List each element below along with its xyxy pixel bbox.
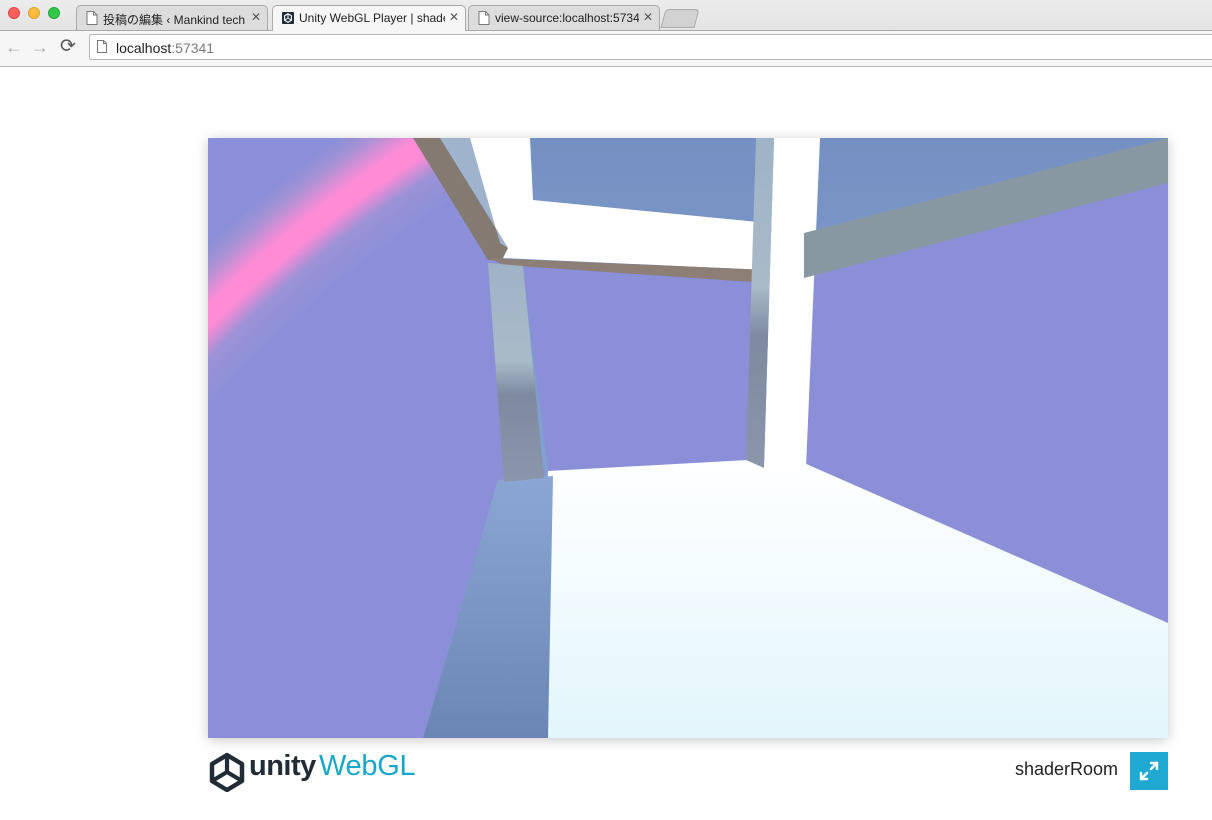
reload-icon[interactable]: ⟳: [60, 36, 76, 58]
page-icon: [478, 11, 490, 25]
tab-unity-webgl-player[interactable]: Unity WebGL Player | shaderRoom ✕: [272, 5, 466, 31]
tab-close-icon[interactable]: ✕: [643, 10, 653, 24]
browser-chrome: 投稿の編集 ‹ Mankind tech ✕ Unity WebGL Playe…: [0, 0, 1212, 67]
url-host: localhost: [116, 40, 172, 56]
tab-view-source[interactable]: view-source:localhost:57341 ✕: [468, 5, 660, 30]
window-close-button[interactable]: [8, 7, 20, 19]
window-maximize-button[interactable]: [48, 7, 60, 19]
game-title: shaderRoom: [1014, 759, 1118, 779]
fullscreen-button[interactable]: [1130, 752, 1168, 790]
tab-edit-post[interactable]: 投稿の編集 ‹ Mankind tech ✕: [76, 5, 268, 30]
unity-logo-icon: [209, 752, 245, 792]
new-tab-button[interactable]: [660, 9, 700, 28]
address-bar[interactable]: localhost:57341: [89, 34, 1212, 60]
tab-title: view-source:localhost:57341: [495, 11, 639, 25]
expand-icon: [1139, 761, 1159, 781]
webgl-footer: unity WebGL shaderRoom: [208, 748, 1168, 792]
url-port: :57341: [171, 40, 215, 56]
logo-word-webgl: WebGL: [319, 750, 416, 782]
unity-icon: [282, 12, 294, 24]
tab-title: Unity WebGL Player | shaderRoom: [299, 11, 445, 25]
tab-title: 投稿の編集 ‹ Mankind tech: [103, 13, 246, 27]
tab-close-icon[interactable]: ✕: [251, 10, 261, 24]
window-minimize-button[interactable]: [28, 7, 40, 19]
logo-word-unity: unity: [249, 750, 316, 782]
back-arrow-icon[interactable]: ←: [5, 36, 23, 58]
page-icon: [86, 11, 98, 25]
forward-arrow-icon[interactable]: →: [31, 36, 49, 58]
page-icon: [97, 40, 107, 53]
url-text[interactable]: localhost:57341: [116, 40, 214, 56]
tab-close-icon[interactable]: ✕: [449, 10, 459, 24]
back-wall: [523, 266, 760, 471]
browser-toolbar: ← → ⟳ localhost:57341: [0, 30, 1212, 66]
webgl-game-canvas[interactable]: [208, 138, 1168, 738]
scene-render: [208, 138, 1168, 738]
